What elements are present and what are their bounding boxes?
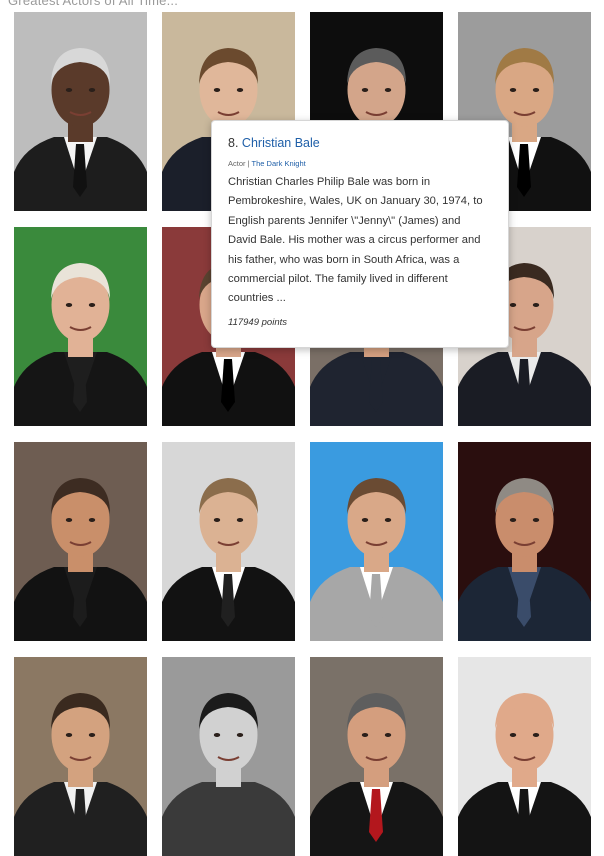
portrait-image (310, 442, 443, 641)
actor-points: 117949 points (228, 316, 287, 328)
portrait-image (162, 657, 295, 856)
actor-role: Actor (228, 159, 246, 168)
portrait-image (14, 12, 147, 211)
actor-photo-jack-nicholson[interactable] (310, 657, 443, 856)
actor-photo-bruce-willis[interactable] (458, 657, 591, 856)
portrait-image (14, 657, 147, 856)
actor-photo-edward-norton[interactable] (310, 442, 443, 641)
portrait-image (14, 442, 147, 641)
portrait-image (310, 657, 443, 856)
portrait-image (458, 657, 591, 856)
hover-card-title: 8. Christian Bale (228, 136, 492, 150)
actor-photo-michael-caine[interactable] (14, 227, 147, 426)
portrait-image (162, 442, 295, 641)
actor-name-link[interactable]: Christian Bale (242, 136, 320, 150)
meta-separator: | (247, 159, 250, 168)
portrait-image (458, 442, 591, 641)
actor-bio: Christian Charles Philip Bale was born i… (228, 176, 483, 305)
actor-photo-johnny-depp[interactable] (14, 657, 147, 856)
actor-photo-cillian-murphy[interactable] (162, 657, 295, 856)
actor-photo-harrison-ford[interactable] (458, 442, 591, 641)
actor-hover-card: 8. Christian Bale Actor | The Dark Knigh… (211, 120, 509, 348)
actor-photo-gary-oldman[interactable] (162, 442, 295, 641)
rank-number: 8. (228, 136, 239, 150)
known-for-link[interactable]: The Dark Knight (252, 159, 306, 168)
portrait-image (14, 227, 147, 426)
hover-card-meta: Actor | The Dark Knight (228, 159, 492, 168)
actor-photo-morgan-freeman[interactable] (14, 12, 147, 211)
actor-photo-al-pacino[interactable] (14, 442, 147, 641)
